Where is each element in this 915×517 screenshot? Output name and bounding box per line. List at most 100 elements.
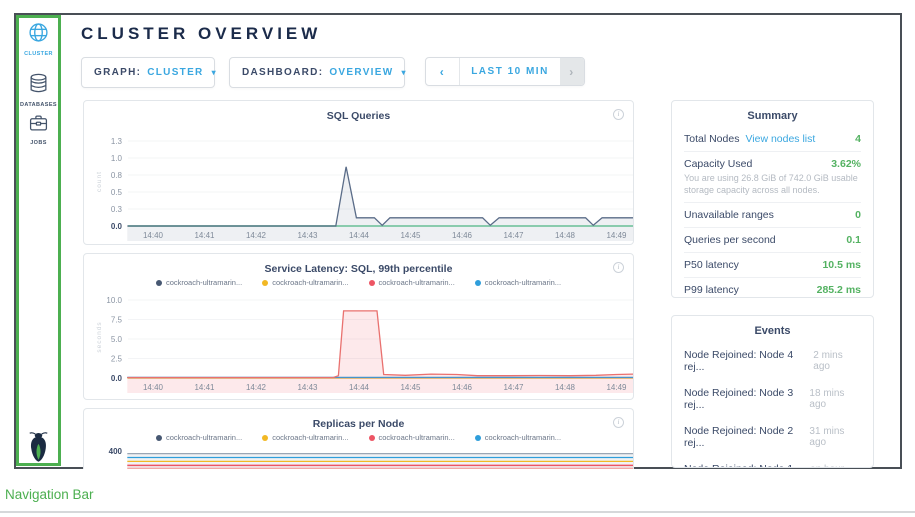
briefcase-icon	[29, 114, 48, 132]
view-nodes-list-link[interactable]: View nodes list	[745, 133, 815, 145]
legend-dot	[369, 280, 375, 286]
event-row: Node Rejoined: Node 4 rej... 2 mins ago	[684, 342, 861, 380]
chart-card-service-latency: 14:4014:4114:4214:4314:4414:4514:4614:47…	[83, 253, 634, 400]
legend-item: cockroach-ultramarin...	[156, 433, 242, 442]
event-message[interactable]: Node Rejoined: Node 1 rej...	[684, 463, 810, 468]
summary-row-p99-latency: P99 latency 285.2 ms	[684, 277, 861, 298]
svg-text:14:46: 14:46	[452, 383, 473, 392]
legend-item: cockroach-ultramarin...	[475, 433, 561, 442]
legend-item: cockroach-ultramarin...	[475, 278, 561, 287]
time-window-selector: ‹ LAST 10 MIN ›	[425, 57, 585, 86]
sidebar-item-label: DATABASES	[18, 102, 59, 108]
summary-value: 3.62%	[831, 158, 861, 170]
time-window-prev-button[interactable]: ‹	[426, 58, 460, 85]
svg-text:0.0: 0.0	[111, 222, 123, 231]
sidebar-item-jobs[interactable]: JOBS	[18, 114, 59, 146]
sidebar-item-cluster[interactable]: CLUSTER	[18, 22, 59, 57]
legend-dot	[369, 435, 375, 441]
bottom-divider	[0, 511, 915, 513]
chart-legend: cockroach-ultramarin... cockroach-ultram…	[84, 433, 633, 442]
legend-item: cockroach-ultramarin...	[369, 433, 455, 442]
svg-text:14:49: 14:49	[606, 383, 627, 392]
svg-text:0.8: 0.8	[111, 171, 123, 180]
cockroach-bug-icon	[25, 430, 52, 463]
summary-label: Total Nodes	[684, 133, 739, 145]
chevron-down-icon: ▾	[212, 68, 217, 77]
summary-value: 4	[855, 133, 861, 145]
svg-text:count: count	[96, 171, 103, 192]
graph-dropdown[interactable]: GRAPH: CLUSTER ▾	[81, 57, 215, 88]
svg-text:14:42: 14:42	[246, 383, 267, 392]
summary-row-total-nodes: Total Nodes View nodes list 4	[684, 127, 861, 151]
chart-card-sql-queries: 14:4014:4114:4214:4314:4414:4514:4614:47…	[83, 100, 634, 245]
summary-label: P99 latency	[684, 284, 739, 296]
event-time: 31 mins ago	[809, 426, 861, 448]
svg-text:14:40: 14:40	[143, 231, 164, 240]
legend-item: cockroach-ultramarin...	[262, 278, 348, 287]
svg-text:14:41: 14:41	[194, 383, 215, 392]
info-icon[interactable]: i	[613, 109, 624, 120]
svg-text:14:49: 14:49	[606, 231, 627, 240]
graph-dropdown-label: GRAPH:	[94, 67, 141, 78]
event-message[interactable]: Node Rejoined: Node 2 rej...	[684, 425, 809, 449]
cockroach-logo[interactable]	[18, 430, 59, 468]
svg-text:0.0: 0.0	[111, 374, 123, 383]
legend-dot	[475, 435, 481, 441]
chart-title: Service Latency: SQL, 99th percentile	[84, 263, 633, 275]
legend-dot	[262, 280, 268, 286]
svg-text:14:43: 14:43	[297, 231, 318, 240]
sidebar-item-databases[interactable]: DATABASES	[18, 73, 59, 108]
service-latency-plot: 14:4014:4114:4214:4314:4414:4514:4614:47…	[84, 254, 633, 399]
legend-dot	[475, 280, 481, 286]
legend-item: cockroach-ultramarin...	[369, 278, 455, 287]
chart-card-replicas-per-node: 400 Replicas per Node i cockroach-ultram…	[83, 408, 634, 469]
summary-value: 0.1	[846, 234, 861, 246]
summary-value: 0	[855, 209, 861, 221]
dashboard-dropdown[interactable]: DASHBOARD: OVERVIEW ▾	[229, 57, 405, 88]
svg-text:14:43: 14:43	[297, 383, 318, 392]
chart-title: Replicas per Node	[84, 418, 633, 430]
screenshot-canvas: CLUSTER DATABASES JOBS	[0, 0, 915, 517]
svg-text:14:48: 14:48	[555, 231, 576, 240]
summary-label: Queries per second	[684, 234, 776, 246]
summary-subtext: You are using 26.8 GiB of 742.0 GiB usab…	[684, 170, 861, 196]
time-window-next-button[interactable]: ›	[560, 58, 584, 85]
chart-legend: cockroach-ultramarin... cockroach-ultram…	[84, 278, 633, 287]
svg-text:1.0: 1.0	[111, 154, 123, 163]
legend-dot	[156, 435, 162, 441]
event-row: Node Rejoined: Node 1 rej... an hour ago	[684, 456, 861, 468]
event-time: 2 mins ago	[813, 350, 861, 372]
chevron-down-icon: ▾	[401, 68, 406, 77]
svg-text:10.0: 10.0	[106, 296, 122, 305]
summary-label: Capacity Used	[684, 158, 752, 170]
svg-text:14:45: 14:45	[400, 231, 421, 240]
event-time: an hour ago	[810, 464, 861, 468]
summary-row-queries-per-second: Queries per second 0.1	[684, 227, 861, 252]
svg-text:14:48: 14:48	[555, 383, 576, 392]
svg-text:2.5: 2.5	[111, 355, 123, 364]
summary-row-capacity-used: Capacity Used 3.62% You are using 26.8 G…	[684, 151, 861, 202]
summary-panel: Summary Total Nodes View nodes list 4 Ca…	[671, 100, 874, 298]
svg-text:1.3: 1.3	[111, 137, 123, 146]
summary-value: 285.2 ms	[817, 284, 861, 296]
time-window-range-button[interactable]: LAST 10 MIN	[460, 58, 560, 85]
globe-icon	[28, 22, 49, 43]
svg-text:14:41: 14:41	[194, 231, 215, 240]
legend-item: cockroach-ultramarin...	[262, 433, 348, 442]
svg-text:14:40: 14:40	[143, 383, 164, 392]
legend-item: cockroach-ultramarin...	[156, 278, 242, 287]
event-message[interactable]: Node Rejoined: Node 4 rej...	[684, 349, 813, 373]
info-icon[interactable]: i	[613, 417, 624, 428]
summary-title: Summary	[684, 101, 861, 127]
page-title: CLUSTER OVERVIEW	[81, 24, 321, 44]
event-message[interactable]: Node Rejoined: Node 3 rej...	[684, 387, 809, 411]
sidebar-item-label: JOBS	[18, 140, 59, 146]
summary-value: 10.5 ms	[822, 259, 861, 271]
dashboard-dropdown-label: DASHBOARD:	[242, 67, 323, 78]
event-row: Node Rejoined: Node 2 rej... 31 mins ago	[684, 418, 861, 456]
info-icon[interactable]: i	[613, 262, 624, 273]
summary-row-p50-latency: P50 latency 10.5 ms	[684, 252, 861, 277]
svg-text:14:47: 14:47	[503, 231, 524, 240]
events-panel: Events Node Rejoined: Node 4 rej... 2 mi…	[671, 315, 874, 468]
chart-title: SQL Queries	[84, 110, 633, 122]
